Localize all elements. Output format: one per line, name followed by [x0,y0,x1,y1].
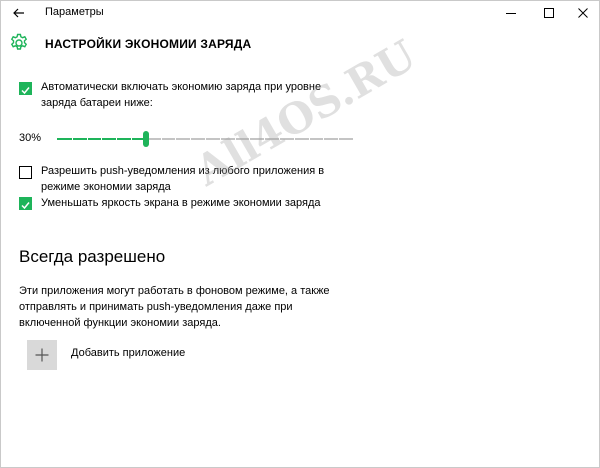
slider-tick [249,138,250,140]
slider-tick [87,138,88,140]
add-app-button[interactable] [27,340,57,370]
reduce-brightness-label: Уменьшать яркость экрана в режиме эконом… [41,197,321,209]
allow-push-label: Разрешить push-уведомления из любого при… [41,163,324,195]
section-title: Всегда разрешено [19,247,166,266]
slider-tick [72,138,73,140]
slider-tick [323,138,324,140]
plus-icon [35,348,49,362]
slider-tick [279,138,280,140]
title-bar: Параметры [1,1,599,25]
section-description-line2: отправлять и принимать push-уведомления … [19,301,293,313]
page-title: НАСТРОЙКИ ЭКОНОМИИ ЗАРЯДА [45,37,252,51]
checkmark-icon [21,87,30,95]
auto-enable-label-line1: Автоматически включать экономию заряда п… [41,81,322,93]
minimize-button[interactable] [495,1,527,25]
slider-tick [116,138,117,140]
auto-enable-checkbox[interactable] [19,82,32,95]
allow-push-label-line2: режиме экономии заряда [41,181,171,193]
auto-enable-label-line2: заряда батареи ниже: [41,97,153,109]
slider-tick [264,138,265,140]
slider-tick [161,138,162,140]
close-icon [578,8,588,18]
reduce-brightness-checkbox[interactable] [19,197,32,210]
section-description-line1: Эти приложения могут работать в фоновом … [19,285,330,297]
slider-tick [101,138,102,140]
maximize-icon [544,8,554,18]
slider-thumb[interactable] [143,131,149,147]
slider-tick [338,138,339,140]
battery-threshold-slider[interactable] [57,129,353,149]
section-description-line3: включенной функции экономии заряда. [19,317,221,329]
close-button[interactable] [567,1,599,25]
section-description: Эти приложения могут работать в фоновом … [19,283,359,331]
auto-enable-label: Автоматически включать экономию заряда п… [41,79,321,111]
settings-window: Параметры НАСТРОЙКИ ЭКОНОМИИ ЗАРЯДА Авто… [0,0,600,468]
slider-tick [190,138,191,140]
slider-tick [205,138,206,140]
back-arrow-icon [13,8,24,18]
slider-tick [294,138,295,140]
maximize-button[interactable] [533,1,565,25]
minimize-icon [506,13,516,14]
back-button[interactable] [1,1,37,25]
gear-icon [10,33,28,50]
slider-tick [235,138,236,140]
allow-push-checkbox[interactable] [19,166,32,179]
slider-tick [175,138,176,140]
window-title: Параметры [45,6,104,18]
slider-value-label: 30% [19,132,42,144]
slider-tick [131,138,132,140]
add-app-label[interactable]: Добавить приложение [71,347,185,359]
slider-tick [309,138,310,140]
slider-tick [220,138,221,140]
allow-push-label-line1: Разрешить push-уведомления из любого при… [41,165,325,177]
checkmark-icon [21,202,30,210]
